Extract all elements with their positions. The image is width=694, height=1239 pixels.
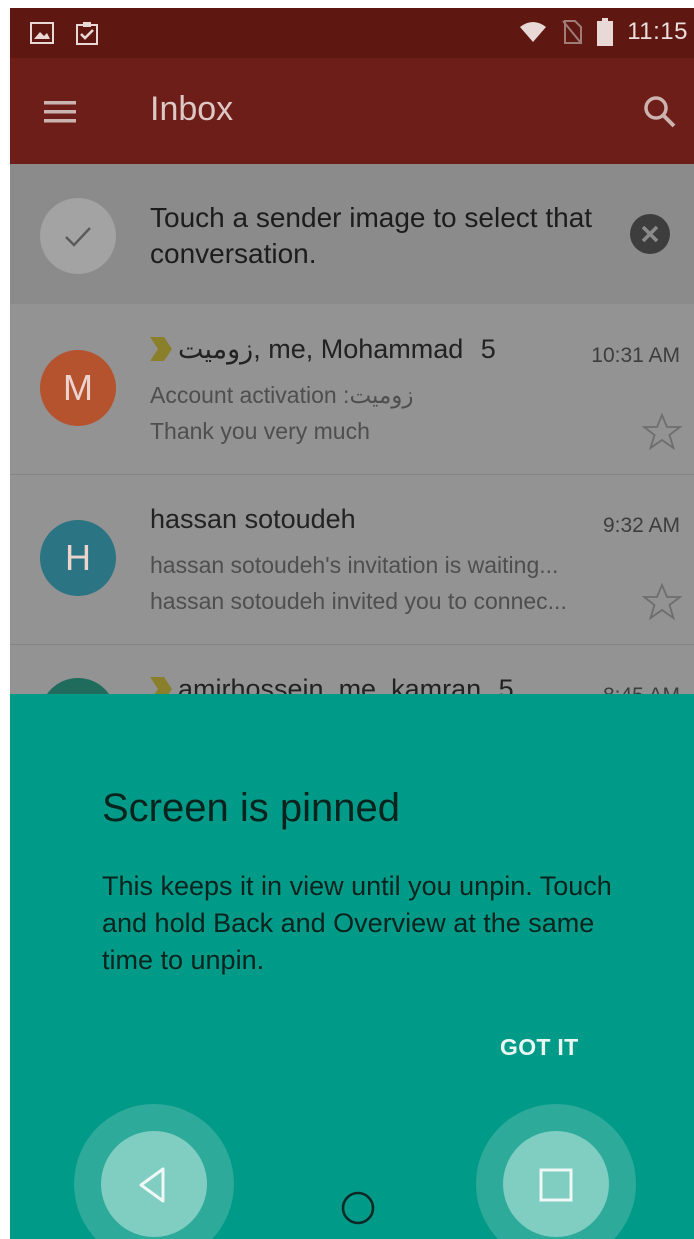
check-icon bbox=[65, 227, 91, 247]
menu-icon[interactable] bbox=[36, 88, 84, 136]
overview-button[interactable] bbox=[503, 1131, 609, 1237]
sender-avatar[interactable]: M bbox=[40, 350, 116, 426]
message-snippet: Thank you very much bbox=[150, 418, 370, 444]
sender-names: زومیت, me, Mohammad bbox=[178, 334, 464, 364]
pin-title: Screen is pinned bbox=[102, 786, 400, 830]
got-it-button[interactable]: GOT IT bbox=[500, 1034, 578, 1061]
avatar-letter: M bbox=[63, 367, 93, 408]
sender-avatar[interactable]: H bbox=[40, 520, 116, 596]
sender-names: hassan sotoudeh bbox=[150, 504, 356, 534]
app-bar: Inbox bbox=[10, 58, 694, 164]
star-icon[interactable] bbox=[642, 412, 682, 452]
conversation-list: M زومیت, me, Mohammad 5 10:31 AM Account… bbox=[10, 304, 694, 815]
message-time: 9:32 AM bbox=[602, 514, 680, 537]
status-bar: 11:15 bbox=[10, 8, 694, 58]
battery-icon bbox=[597, 18, 614, 46]
sender-line: hassan sotoudeh bbox=[150, 504, 356, 535]
page-title: Inbox bbox=[150, 90, 234, 128]
tip-text: Touch a sender image to select that conv… bbox=[150, 202, 593, 269]
dismiss-tip-button[interactable] bbox=[630, 214, 670, 254]
important-marker-icon bbox=[150, 337, 172, 361]
selection-tip: Touch a sender image to select that conv… bbox=[10, 164, 694, 304]
overview-square-icon bbox=[539, 1168, 573, 1202]
clock: 11:15 bbox=[627, 18, 688, 45]
conversation-row[interactable]: H hassan sotoudeh 9:32 AM hassan sotoude… bbox=[10, 474, 694, 645]
thread-count: 5 bbox=[480, 334, 496, 364]
no-sim-icon bbox=[562, 20, 583, 44]
message-subject: Account activation :زومیت bbox=[150, 382, 414, 408]
message-time: 10:31 AM bbox=[591, 344, 680, 367]
sender-line: زومیت, me, Mohammad 5 bbox=[150, 334, 496, 365]
phone-screen: 11:15 Inbox Touch a sender image to sele… bbox=[10, 8, 694, 1239]
check-avatar bbox=[40, 198, 116, 274]
search-icon[interactable] bbox=[636, 88, 684, 136]
star-icon[interactable] bbox=[642, 582, 682, 622]
conversation-row[interactable]: M زومیت, me, Mohammad 5 10:31 AM Account… bbox=[10, 304, 694, 475]
home-circle-icon[interactable] bbox=[338, 1188, 378, 1228]
clipboard-check-icon bbox=[76, 22, 98, 45]
message-snippet: hassan sotoudeh invited you to connec... bbox=[150, 588, 567, 614]
screen-pinned-panel: Screen is pinned This keeps it in view u… bbox=[10, 694, 694, 1239]
back-triangle-icon bbox=[139, 1167, 165, 1203]
pin-description: This keeps it in view until you unpin. T… bbox=[102, 871, 612, 975]
back-button[interactable] bbox=[101, 1131, 207, 1237]
wifi-icon bbox=[520, 22, 547, 42]
avatar-letter: H bbox=[65, 537, 91, 578]
image-icon bbox=[30, 22, 54, 44]
message-subject: hassan sotoudeh's invitation is waiting.… bbox=[150, 552, 559, 578]
close-icon bbox=[641, 225, 659, 243]
